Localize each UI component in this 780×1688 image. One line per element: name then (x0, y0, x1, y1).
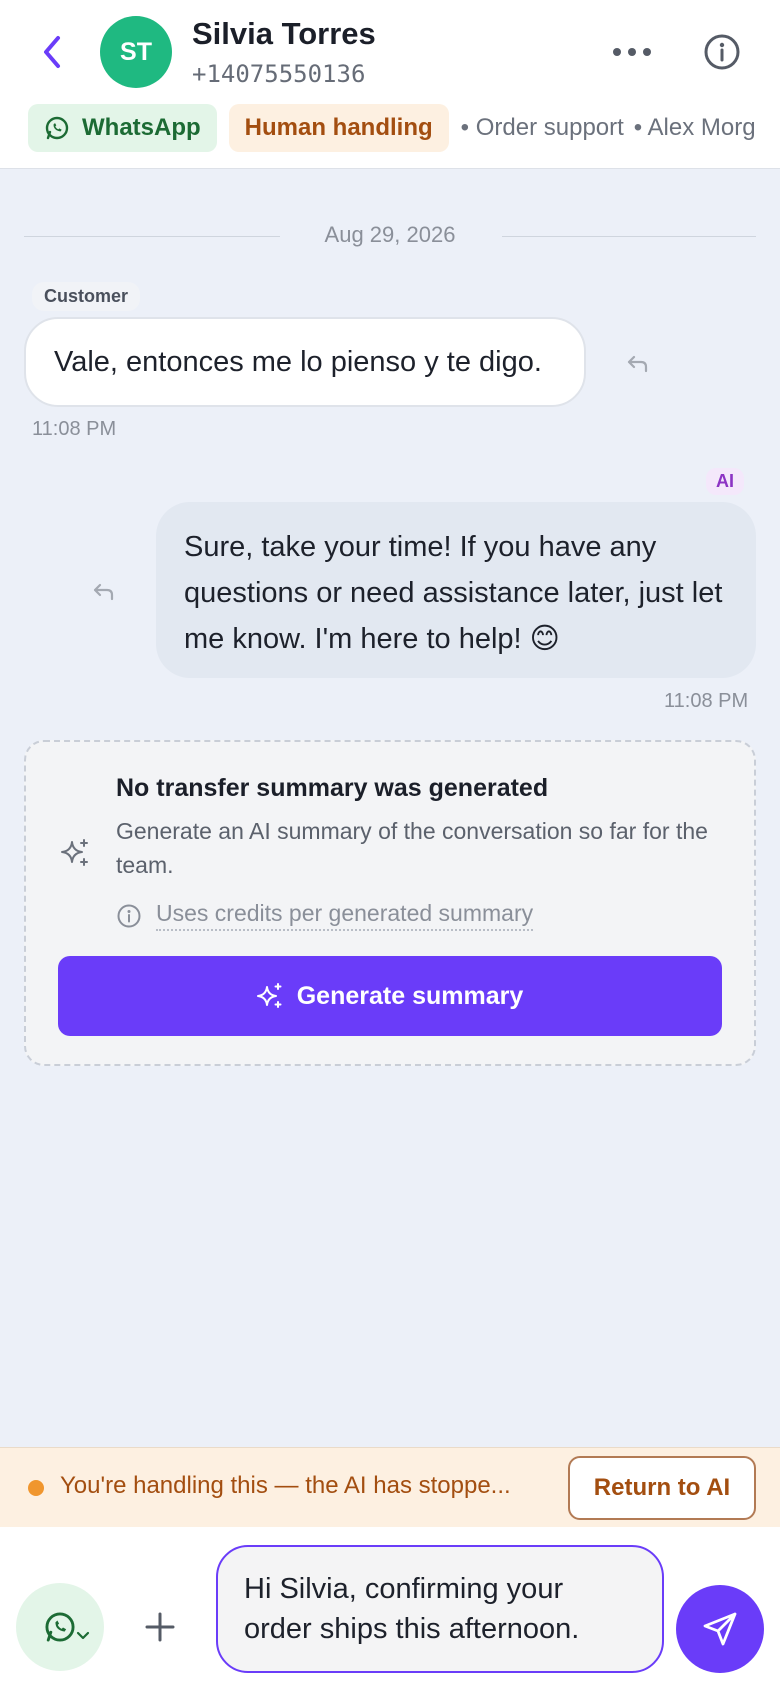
conversation-header: ST Silvia Torres +14075550136 WhatsApp H… (0, 0, 780, 169)
sparkle-icon (256, 983, 282, 1008)
meta-assignee: • Alex Morg (633, 114, 756, 141)
date-label: Aug 29, 2026 (314, 222, 466, 247)
generate-summary-label: Generate summary (296, 981, 524, 1010)
chevron-down-icon (76, 1631, 90, 1640)
message-time: 11:08 PM (32, 418, 117, 440)
more-horizontal-icon (613, 48, 651, 56)
info-button[interactable] (700, 30, 744, 74)
reply-button[interactable] (90, 578, 118, 606)
status-badge: Human handling (228, 104, 449, 152)
plus-icon (145, 1612, 175, 1642)
sender-label-customer: Customer (32, 282, 141, 311)
channel-chip[interactable]: WhatsApp (28, 104, 217, 152)
reply-button[interactable] (624, 350, 652, 378)
summary-description: Generate an AI summary of the conversati… (116, 818, 708, 878)
more-options-button[interactable] (610, 32, 654, 72)
whatsapp-icon (45, 1612, 75, 1642)
send-button[interactable] (676, 1585, 764, 1673)
back-button[interactable] (36, 32, 68, 72)
message-bubble-outgoing[interactable]: Sure, take your time! If you have any qu… (156, 502, 756, 678)
sparkle-icon (61, 839, 88, 866)
summary-title: No transfer summary was generated (116, 774, 549, 802)
message-input[interactable]: Hi Silvia, confirming your order ships t… (216, 1545, 664, 1673)
reply-icon (93, 583, 114, 601)
contact-name: Silvia Torres (192, 16, 376, 51)
conversation-chips: WhatsApp Human handling • Order support • … (28, 104, 780, 152)
conversation-meta: • Order support • Alex Morg (461, 104, 766, 152)
handling-banner-text: You're handling this — the AI has stoppe… (60, 1472, 511, 1499)
date-divider: Aug 29, 2026 (24, 220, 756, 252)
transfer-summary-card: No transfer summary was generated Genera… (24, 740, 756, 1066)
avatar[interactable]: ST (100, 16, 172, 88)
message-bubble-incoming[interactable]: Vale, entonces me lo pienso y te digo. (24, 317, 586, 407)
attach-button[interactable] (140, 1607, 180, 1647)
reply-icon (627, 355, 648, 373)
info-icon (704, 34, 740, 70)
credits-note-text: Uses credits per generated summary (156, 900, 534, 931)
status-dot (28, 1480, 44, 1496)
channel-selector-button[interactable] (16, 1583, 104, 1671)
message-composer: Hi Silvia, confirming your order ships t… (0, 1527, 780, 1688)
meta-queue: • Order support (460, 114, 624, 141)
return-to-ai-button[interactable]: Return to AI (568, 1456, 756, 1520)
send-icon (703, 1612, 737, 1646)
generate-summary-button[interactable]: Generate summary (58, 956, 722, 1036)
message-time: 11:08 PM (664, 690, 749, 712)
chevron-left-icon (44, 36, 60, 68)
handling-banner: You're handling this — the AI has stoppe… (0, 1447, 780, 1527)
sender-label-ai: AI (706, 468, 744, 495)
credits-note[interactable]: Uses credits per generated summary (116, 900, 534, 931)
contact-phone: +14075550136 (192, 60, 366, 88)
whatsapp-icon (45, 116, 69, 140)
info-icon (117, 904, 141, 927)
channel-chip-label: WhatsApp (82, 114, 201, 141)
